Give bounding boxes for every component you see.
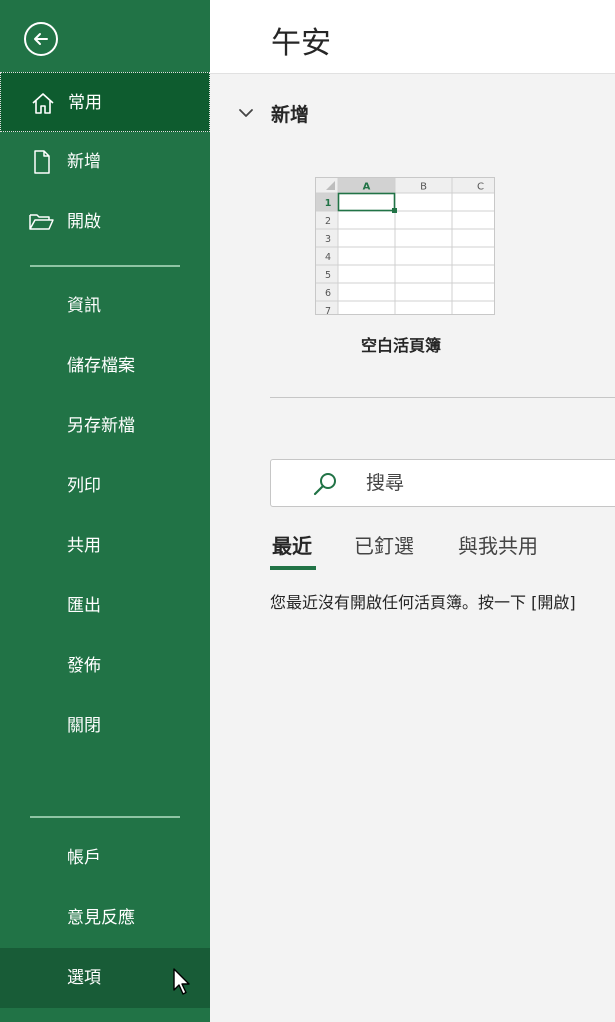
main-content: 午安 新增 A B C 1 2 3 4 5 6 7 空白活頁簿 最近 已釘選 與我共用 您最近沒有… (210, 0, 615, 1022)
nav-item-open[interactable]: 開啟 (0, 192, 210, 252)
tab-shared-with-me[interactable]: 與我共用 (458, 530, 538, 570)
nav-item-label: 新增 (67, 152, 101, 172)
row-header-label: 1 (325, 198, 332, 209)
row-header-label: 5 (325, 270, 331, 281)
recent-empty-message: 您最近沒有開啟任何活頁簿。按一下 [開啟] (270, 593, 576, 612)
nav-item-home[interactable]: 常用 (0, 72, 210, 132)
nav-item-close[interactable]: 關閉 (0, 696, 210, 756)
new-document-icon (34, 150, 50, 174)
nav-item-feedback[interactable]: 意見反應 (0, 888, 210, 948)
sidebar-divider (30, 265, 180, 267)
nav-item-save[interactable]: 儲存檔案 (0, 336, 210, 396)
nav-item-save-as[interactable]: 另存新檔 (0, 396, 210, 456)
nav-item-label: 另存新檔 (67, 416, 135, 436)
row-header-label: 3 (325, 234, 331, 245)
back-arrow-icon (34, 33, 48, 45)
back-button[interactable] (24, 22, 58, 56)
search-input[interactable] (366, 468, 615, 498)
mouse-cursor-icon (173, 968, 190, 995)
nav-item-new[interactable]: 新增 (0, 132, 210, 192)
new-section-title: 新增 (271, 104, 310, 126)
nav-item-export[interactable]: 匯出 (0, 576, 210, 636)
folder-open-icon (29, 214, 54, 230)
backstage-sidebar: 常用 新增 開啟 資訊 儲存檔案 另存新檔 列印 共用 匯出 發佈 關閉 帳戶 (0, 0, 210, 1022)
nav-item-label: 常用 (68, 93, 102, 113)
nav-item-label: 帳戶 (67, 848, 101, 868)
greeting-title: 午安 (271, 26, 331, 61)
section-divider (270, 397, 615, 398)
fill-handle (392, 208, 397, 213)
nav-item-info[interactable]: 資訊 (0, 276, 210, 336)
row-header-label: 2 (325, 216, 331, 227)
nav-item-label: 關閉 (67, 716, 101, 736)
nav-item-label: 儲存檔案 (67, 356, 135, 376)
greeting-header: 午安 (210, 0, 615, 74)
nav-item-account[interactable]: 帳戶 (0, 828, 210, 888)
spreadsheet-thumbnail-icon: A B C 1 2 3 4 5 6 7 (316, 178, 494, 315)
nav-item-label: 共用 (67, 536, 101, 556)
tab-recent[interactable]: 最近 (272, 530, 312, 570)
tab-pinned[interactable]: 已釘選 (354, 530, 414, 570)
chevron-down-icon[interactable] (238, 106, 254, 120)
sidebar-divider (30, 816, 180, 818)
column-header-label: C (477, 182, 484, 193)
row-header-label: 4 (325, 252, 331, 263)
row-header-label: 6 (325, 288, 331, 299)
nav-item-label: 發佈 (67, 656, 101, 676)
search-box[interactable] (270, 459, 615, 507)
nav-item-label: 資訊 (67, 296, 101, 316)
column-header-label: B (420, 182, 427, 193)
nav-item-label: 列印 (67, 476, 101, 496)
nav-item-label: 意見反應 (67, 908, 135, 928)
home-icon (32, 93, 54, 114)
column-header-label: A (363, 182, 371, 193)
row-header-label: 7 (325, 306, 331, 315)
nav-item-publish[interactable]: 發佈 (0, 636, 210, 696)
blank-workbook-template[interactable]: A B C 1 2 3 4 5 6 7 (315, 177, 495, 315)
search-icon (313, 473, 336, 496)
nav-item-print[interactable]: 列印 (0, 456, 210, 516)
template-label: 空白活頁簿 (361, 336, 442, 355)
nav-item-label: 匯出 (67, 596, 101, 616)
active-tab-indicator (270, 566, 316, 570)
nav-item-label: 選項 (67, 968, 101, 988)
active-cell (337, 192, 396, 212)
nav-item-label: 開啟 (67, 212, 101, 232)
nav-item-share[interactable]: 共用 (0, 516, 210, 576)
